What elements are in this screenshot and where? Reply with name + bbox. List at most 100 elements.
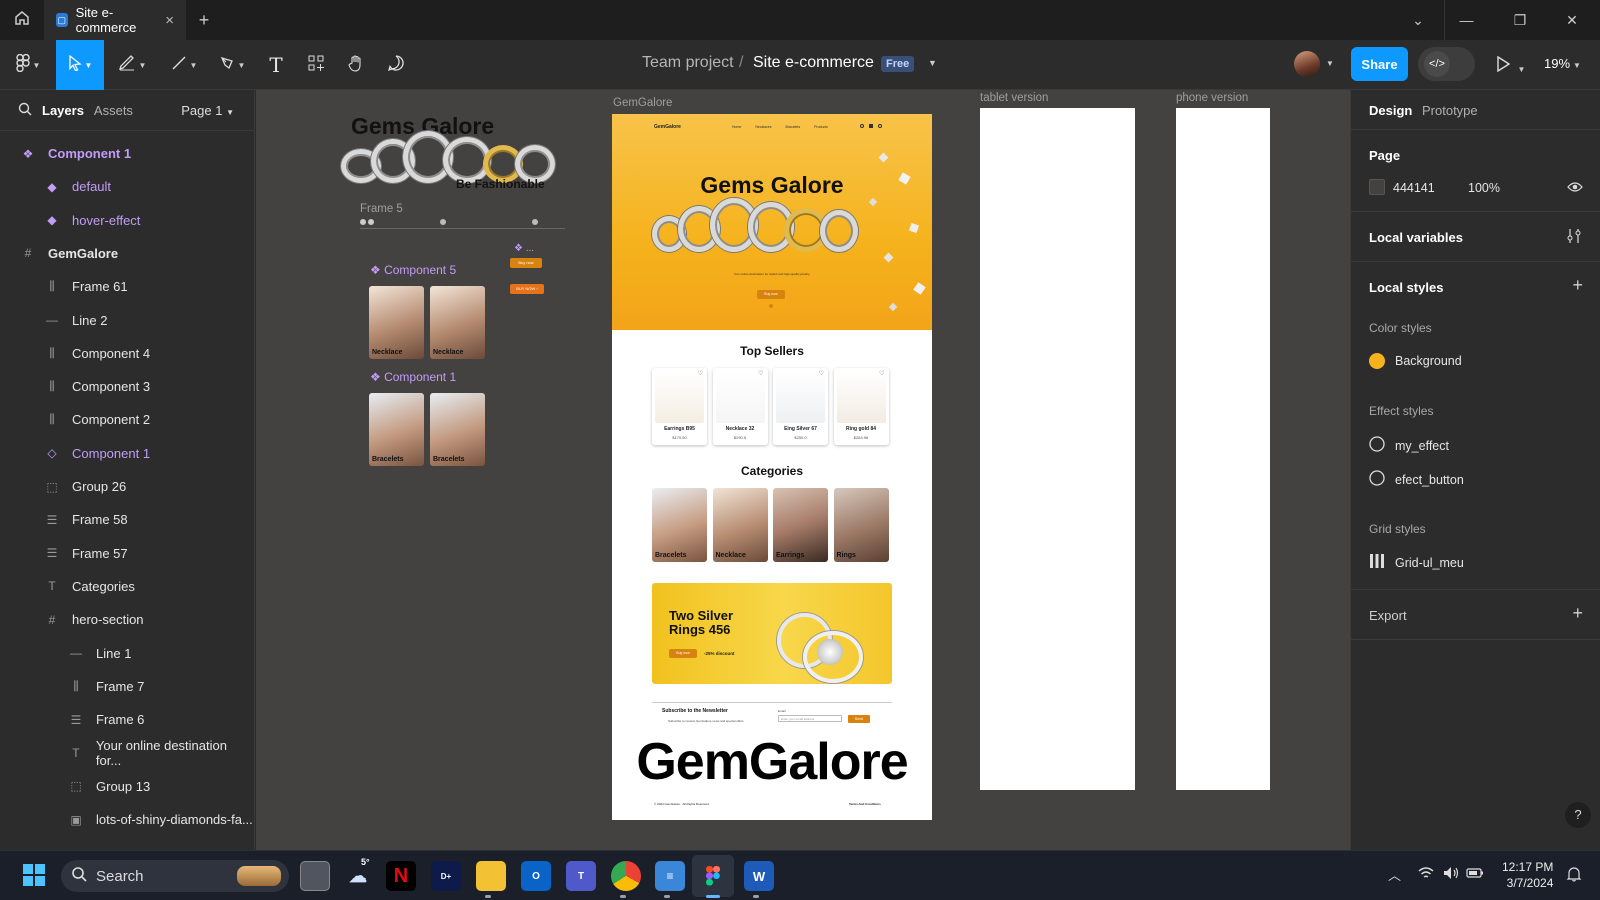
nav-home[interactable]: Home [732, 125, 741, 129]
category-card[interactable]: Bracelets [652, 488, 707, 562]
layer-row[interactable]: T Categories [0, 570, 255, 603]
word-app-icon[interactable]: W [744, 861, 774, 891]
comment-tool-button[interactable] [380, 40, 412, 90]
avatar[interactable] [1294, 51, 1320, 77]
new-tab-button[interactable]: + [186, 10, 222, 31]
product-card[interactable]: ♡ Ring gold 84 $284.96 [833, 368, 889, 445]
component1-variant-2[interactable]: Bracelets [430, 393, 485, 466]
layer-row[interactable]: ◇ Component 1 [0, 437, 255, 470]
layer-row[interactable]: ❖ Component 1 [0, 137, 255, 170]
dev-mode-toggle[interactable]: </> [1418, 47, 1475, 81]
tab-assets[interactable]: Assets [94, 103, 133, 118]
tablet-frame[interactable] [980, 108, 1135, 790]
layer-row[interactable]: # GemGalore [0, 237, 255, 270]
file-explorer-icon[interactable] [476, 861, 506, 891]
site-cart-icon[interactable] [869, 124, 873, 128]
file-name[interactable]: Site e-commerce [753, 54, 874, 72]
breadcrumb-team[interactable]: Team project [642, 54, 734, 72]
search-icon[interactable] [18, 102, 32, 119]
newsletter-send-button[interactable]: Send [848, 715, 870, 723]
heart-icon[interactable]: ♡ [698, 370, 703, 377]
clock[interactable]: 12:17 PM 3/7/2024 [1502, 859, 1553, 891]
product-card[interactable]: ♡ Necklace 32 $290.5 [712, 368, 768, 445]
page-opacity[interactable]: 100% [1468, 181, 1500, 195]
tabs-dropdown-button[interactable]: ⌄ [1392, 0, 1444, 40]
wifi-icon[interactable] [1418, 866, 1434, 885]
hand-tool-button[interactable] [340, 40, 372, 90]
file-menu-chevron-icon[interactable]: ▼ [928, 58, 937, 68]
home-button[interactable] [0, 0, 44, 40]
category-card[interactable]: Necklace [712, 488, 768, 562]
hero-buy-button[interactable]: Buy now [757, 290, 785, 299]
phone-frame-label[interactable]: phone version [1176, 92, 1248, 104]
effect-style-efect-button[interactable]: efect_button [1369, 470, 1464, 489]
taskbar-search[interactable]: Search [61, 860, 289, 892]
phone-frame[interactable] [1176, 108, 1270, 790]
frame5-preview[interactable] [360, 217, 565, 231]
task-view-icon[interactable] [300, 861, 330, 891]
tab-prototype[interactable]: Prototype [1422, 103, 1478, 118]
eye-icon[interactable] [1567, 180, 1583, 198]
move-tool-button[interactable]: ▼ [56, 40, 104, 90]
layer-row[interactable]: ⫼ Component 2 [0, 403, 255, 436]
volume-icon[interactable] [1443, 866, 1459, 885]
layer-row[interactable]: ▣ lots-of-shiny-diamonds-fa... [0, 803, 255, 836]
nav-necklaces[interactable]: Necklaces [755, 125, 771, 129]
heart-icon[interactable]: ♡ [758, 370, 763, 377]
disney-plus-app-icon[interactable]: D+ [431, 861, 461, 891]
layer-row[interactable]: ⬚ Group 13 [0, 770, 255, 803]
page-color-swatch[interactable] [1369, 179, 1385, 195]
pen-tool-button[interactable]: ▼ [212, 40, 252, 90]
add-style-icon[interactable]: + [1572, 275, 1583, 296]
footer-terms-link[interactable]: Terms And Conditions [849, 802, 881, 806]
category-card[interactable]: Earrings [773, 488, 828, 562]
teams-app-icon[interactable]: T [566, 861, 596, 891]
page-selector[interactable]: Page 1 ▼ [181, 103, 234, 118]
page-color-hex[interactable]: 444141 [1393, 181, 1435, 195]
chrome-app-icon[interactable] [611, 861, 641, 891]
tablet-frame-label[interactable]: tablet version [980, 92, 1048, 104]
layer-row[interactable]: ⫼ Component 3 [0, 370, 255, 403]
share-button[interactable]: Share [1351, 47, 1408, 81]
layer-row[interactable]: — Line 1 [0, 637, 255, 670]
avatar-chevron-icon[interactable]: ▼ [1326, 59, 1334, 68]
buy-now-variant-button[interactable]: BUY NOW › [510, 284, 544, 294]
promo-banner[interactable]: Two Silver Rings 456 Buy now -25% discou… [652, 583, 892, 684]
layer-row[interactable]: ◆ hover-effect [0, 204, 255, 237]
nav-products[interactable]: Products [814, 125, 828, 129]
line-tool-button[interactable]: ▼ [164, 40, 204, 90]
frame-tool-button[interactable]: ▼ [112, 40, 152, 90]
layer-row[interactable]: ⫼ Frame 7 [0, 670, 255, 703]
layer-row[interactable]: ⬚ Group 26 [0, 470, 255, 503]
local-variables-section[interactable]: Local variables [1351, 212, 1600, 262]
resources-tool-button[interactable] [300, 40, 332, 90]
layer-row[interactable]: ⫼ Component 4 [0, 337, 255, 370]
layer-row[interactable]: T Your online destination for... [0, 736, 255, 769]
site-search-icon[interactable] [860, 124, 864, 128]
main-frame-label[interactable]: GemGalore [613, 97, 672, 109]
layer-row[interactable]: ◆ default [0, 170, 255, 203]
component-dots-label[interactable]: ❖ ... [514, 243, 534, 254]
start-button[interactable] [19, 861, 49, 891]
text-tool-button[interactable]: T [260, 40, 292, 90]
close-tab-button[interactable]: × [165, 12, 174, 29]
show-hidden-icons-chevron-icon[interactable]: ︿ [1388, 865, 1401, 884]
variables-settings-icon[interactable] [1566, 228, 1582, 249]
category-card[interactable]: Rings [833, 488, 889, 562]
layer-row[interactable]: # hero-section [0, 603, 255, 636]
add-export-icon[interactable]: + [1572, 603, 1583, 624]
layer-row[interactable]: — Line 2 [0, 304, 255, 337]
restore-button[interactable]: ❐ [1494, 0, 1546, 40]
component1-label[interactable]: ❖ Component 1 [370, 370, 456, 384]
tab-layers[interactable]: Layers [42, 103, 84, 118]
help-button[interactable]: ? [1565, 802, 1591, 828]
buy-now-small-button[interactable]: Buy now [510, 258, 542, 268]
layer-row[interactable]: ☰ Frame 6 [0, 703, 255, 736]
component5-variant-1[interactable]: Necklace [369, 286, 424, 359]
notification-bell-icon[interactable] [1566, 866, 1582, 887]
zoom-control[interactable]: 19% ▼ [1544, 56, 1581, 71]
tab-site-ecommerce[interactable]: ▢ Site e-commerce × [44, 0, 186, 40]
nav-bracelets[interactable]: Bracelets [786, 125, 801, 129]
export-section[interactable]: Export + [1351, 590, 1600, 640]
component5-label[interactable]: ❖ Component 5 [370, 263, 456, 277]
